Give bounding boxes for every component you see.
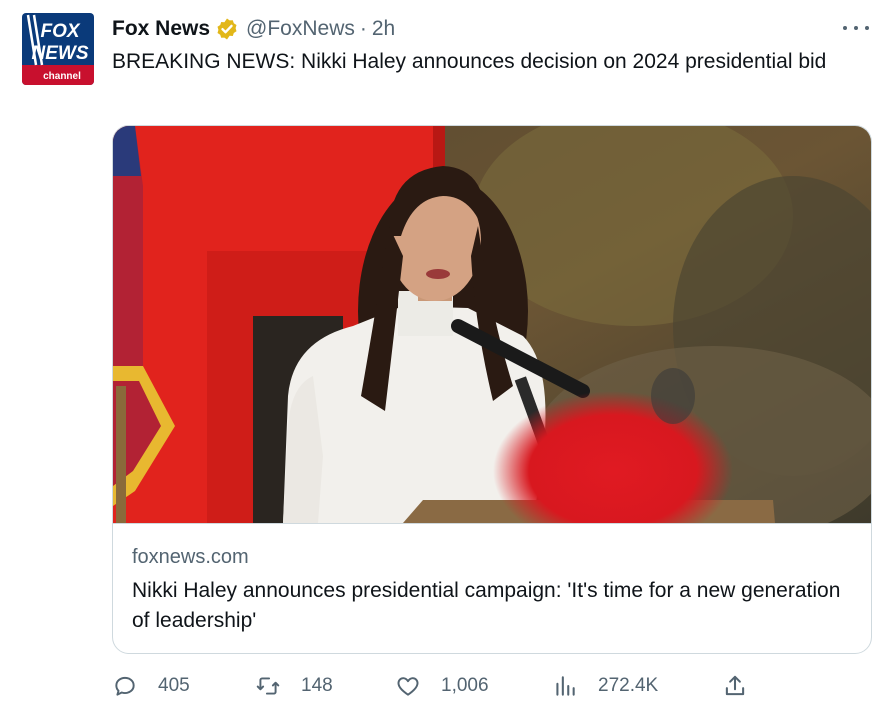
views-button[interactable]: 272.4K xyxy=(552,668,658,704)
fox-news-avatar[interactable]: FOX NEWS channel xyxy=(22,13,94,85)
avatar-logo-news: NEWS xyxy=(32,43,89,64)
tweet-timestamp[interactable]: 2h xyxy=(372,17,395,41)
avatar-logo-channel: channel xyxy=(43,71,81,82)
reply-icon xyxy=(112,673,138,699)
retweet-count: 148 xyxy=(301,675,333,696)
reply-button[interactable]: 405 xyxy=(112,668,190,704)
card-title: Nikki Haley announces presidential campa… xyxy=(132,579,841,632)
tweet-actions: 405 148 1,006 272.4K xyxy=(112,668,872,704)
retweet-icon xyxy=(255,673,281,699)
tweet-text: BREAKING NEWS: Nikki Haley announces dec… xyxy=(112,50,827,73)
views-count: 272.4K xyxy=(598,675,659,696)
separator-dot: · xyxy=(359,17,367,40)
reply-count: 405 xyxy=(158,675,190,696)
like-count: 1,006 xyxy=(441,675,489,696)
share-button[interactable] xyxy=(722,668,748,704)
verified-badge-icon[interactable] xyxy=(215,17,239,41)
like-button[interactable]: 1,006 xyxy=(395,668,489,704)
more-icon[interactable] xyxy=(843,18,869,38)
card-info[interactable]: foxnews.com Nikki Haley announces presid… xyxy=(113,523,871,653)
views-icon xyxy=(552,673,578,699)
card-image[interactable] xyxy=(113,126,871,523)
author-handle[interactable]: @FoxNews xyxy=(246,17,355,41)
avatar-logo-fox: FOX xyxy=(40,21,80,42)
author-name[interactable]: Fox News xyxy=(112,17,210,41)
tweet-header: Fox News @FoxNews · 2h xyxy=(112,16,395,42)
link-preview-card[interactable]: foxnews.com Nikki Haley announces presid… xyxy=(112,125,872,654)
retweet-button[interactable]: 148 xyxy=(255,668,333,704)
share-icon xyxy=(722,673,748,699)
card-domain: foxnews.com xyxy=(132,546,249,568)
heart-icon xyxy=(395,673,421,699)
